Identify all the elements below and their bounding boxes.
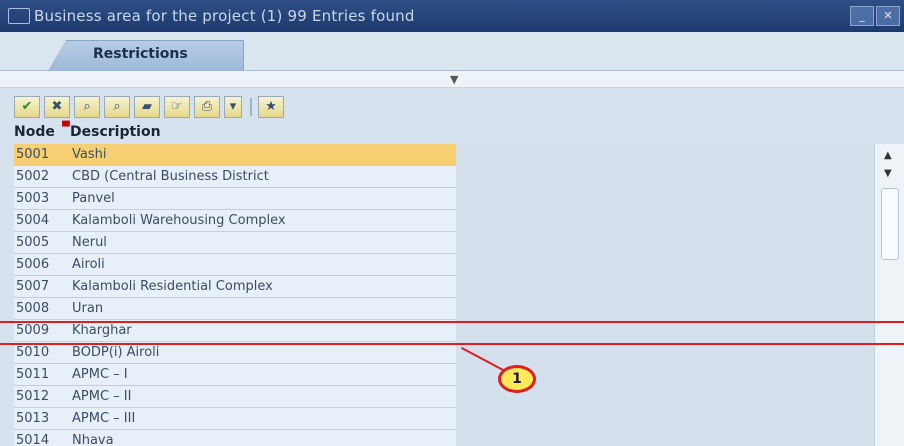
choose-icon[interactable]: ☞: [164, 96, 190, 118]
info-icon[interactable]: ★: [258, 96, 284, 118]
scroll-up-icon[interactable]: ▲: [884, 150, 892, 161]
tab-label: Restrictions: [93, 46, 188, 62]
node-code: 5001: [16, 147, 50, 162]
scroll-down-icon[interactable]: ▼: [884, 168, 892, 179]
node-description: Uran: [72, 301, 104, 316]
node-description: Kalamboli Warehousing Complex: [72, 213, 286, 228]
list-row[interactable]: 5008 Uran: [14, 298, 456, 320]
list-row[interactable]: 5013 APMC – III: [14, 408, 456, 430]
folder-icon[interactable]: ▰: [134, 96, 160, 118]
rows-container: 5001 Vashi 5002 CBD (Central Business Distr…: [14, 144, 456, 446]
list-row[interactable]: 5012 APMC – II: [14, 386, 456, 408]
list-row[interactable]: 5006 Airoli: [14, 254, 456, 276]
list-row[interactable]: 5010 BODP(i) Airoli: [14, 342, 456, 364]
cancel-icon[interactable]: ✖: [44, 96, 70, 118]
tab-restrictions[interactable]: Restrictions: [48, 40, 244, 71]
sort-indicator-icon: ▀: [62, 122, 70, 133]
node-description: Kharghar: [72, 323, 132, 338]
window-icon: [8, 8, 30, 24]
toolbar-separator: [250, 98, 252, 116]
node-code: 5005: [16, 235, 50, 250]
node-description: APMC – II: [72, 389, 132, 404]
collapse-arrow-icon[interactable]: ▼: [450, 73, 458, 86]
node-code: 5009: [16, 323, 50, 338]
node-description: Panvel: [72, 191, 115, 206]
window-title: Business area for the project (1) 99 Ent…: [34, 7, 415, 25]
restrictions-splitter[interactable]: ▼: [0, 71, 904, 88]
highlight-line-top: [0, 321, 904, 323]
list-row[interactable]: 5011 APMC – I: [14, 364, 456, 386]
node-code: 5002: [16, 169, 50, 184]
find-icon[interactable]: ⌕: [74, 96, 100, 118]
tab-strip: Restrictions: [0, 32, 904, 71]
list-row[interactable]: 5004 Kalamboli Warehousing Complex: [14, 210, 456, 232]
node-description: Vashi: [72, 147, 107, 162]
node-description: Airoli: [72, 257, 105, 272]
list-row[interactable]: 5007 Kalamboli Residential Complex: [14, 276, 456, 298]
node-code: 5008: [16, 301, 50, 316]
callout-badge: 1: [498, 365, 536, 393]
node-description: APMC – III: [72, 411, 136, 426]
results-list: 5001 Vashi 5002 CBD (Central Business Distr…: [14, 144, 874, 446]
toolbar: ✔ ✖ ⌕ ⌕ ▰ ☞ ⎙ ▾ ★: [0, 92, 904, 122]
node-code: 5003: [16, 191, 50, 206]
column-header-description[interactable]: Description: [70, 124, 161, 140]
list-row[interactable]: 5003 Panvel: [14, 188, 456, 210]
print-icon[interactable]: ⎙: [194, 96, 220, 118]
node-code: 5012: [16, 389, 50, 404]
list-row[interactable]: 5009 Kharghar: [14, 320, 456, 342]
node-code: 5013: [16, 411, 50, 426]
check-icon[interactable]: ✔: [14, 96, 40, 118]
scroll-thumb[interactable]: [881, 188, 899, 260]
node-code: 5006: [16, 257, 50, 272]
node-code: 5011: [16, 367, 50, 382]
column-header-node[interactable]: Node: [14, 124, 55, 140]
node-description: BODP(i) Airoli: [72, 345, 160, 360]
title-bar: Business area for the project (1) 99 Ent…: [0, 0, 904, 32]
highlight-line-bottom: [0, 343, 904, 345]
node-description: CBD (Central Business District: [72, 169, 269, 184]
node-description: APMC – I: [72, 367, 128, 382]
list-row[interactable]: 5005 Nerul: [14, 232, 456, 254]
node-description: Nhava: [72, 433, 114, 446]
node-code: 5010: [16, 345, 50, 360]
vertical-scrollbar[interactable]: ▲ ▼: [874, 144, 904, 446]
dropdown-icon[interactable]: ▾: [224, 96, 242, 118]
node-code: 5004: [16, 213, 50, 228]
list-row[interactable]: 5002 CBD (Central Business District: [14, 166, 456, 188]
minimize-button[interactable]: _: [850, 6, 874, 26]
node-description: Nerul: [72, 235, 107, 250]
column-header-row: Node ▀ Description: [0, 122, 904, 144]
node-description: Kalamboli Residential Complex: [72, 279, 273, 294]
close-button[interactable]: ✕: [876, 6, 900, 26]
list-row[interactable]: 5014 Nhava: [14, 430, 456, 446]
node-code: 5014: [16, 433, 50, 446]
list-row[interactable]: 5001 Vashi: [14, 144, 456, 166]
node-code: 5007: [16, 279, 50, 294]
find-next-icon[interactable]: ⌕: [104, 96, 130, 118]
